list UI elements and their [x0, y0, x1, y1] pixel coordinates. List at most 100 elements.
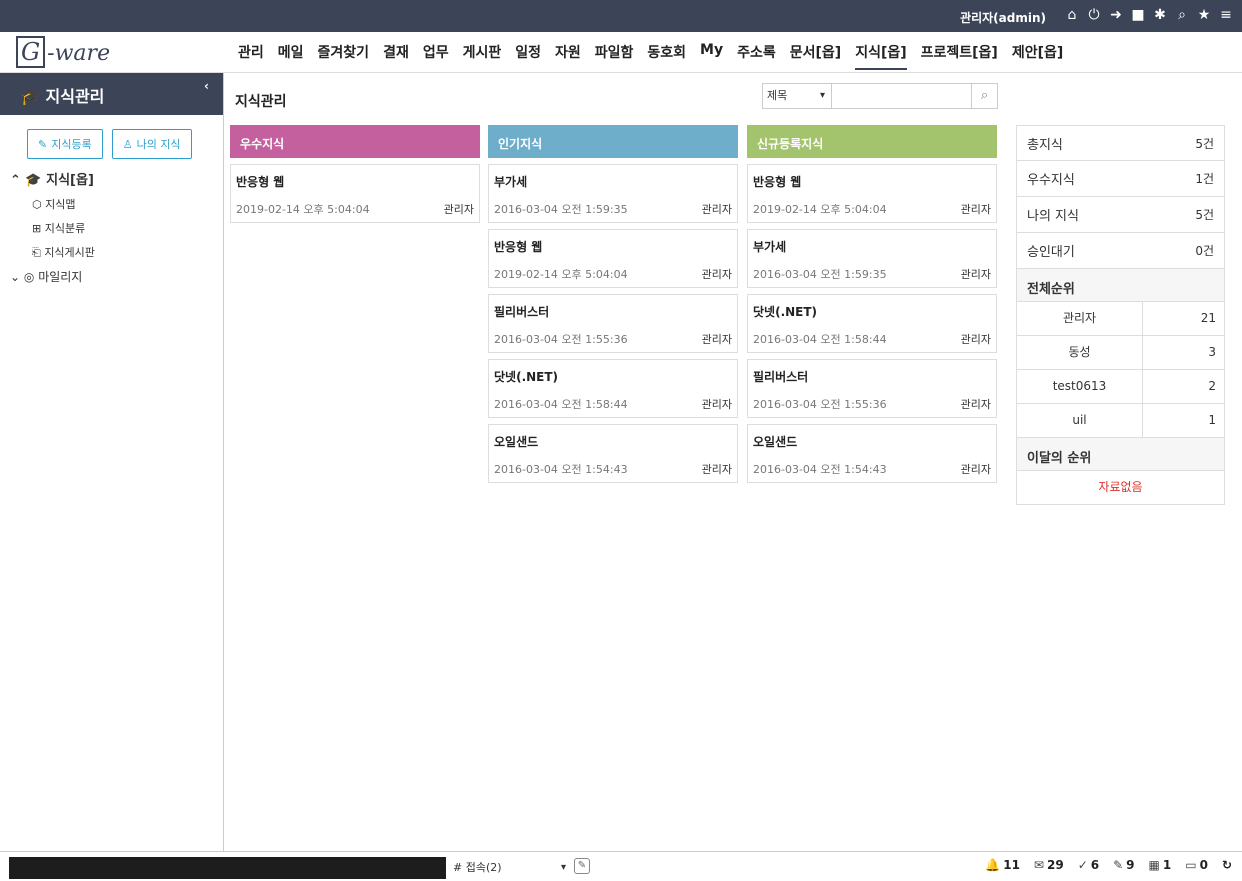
refresh-icon[interactable]: ↻ — [1222, 858, 1232, 872]
menu-item[interactable]: 동호회 — [647, 42, 686, 70]
card-title[interactable]: 닷넷(.NET) — [753, 303, 991, 325]
knowledge-card[interactable]: 오일샌드 2016-03-04 오전 1:54:43 관리자 — [488, 424, 738, 483]
knowledge-card[interactable]: 닷넷(.NET) 2016-03-04 오전 1:58:44 관리자 — [747, 294, 997, 353]
approval-badge[interactable]: ✓ 6 — [1078, 858, 1099, 872]
knowledge-column: 신규등록지식 반응형 웹 2019-02-14 오후 5:04:04 관리자 부가세 20… — [747, 125, 997, 483]
knowledge-card[interactable]: 필리버스터 2016-03-04 오전 1:55:36 관리자 — [488, 294, 738, 353]
no-data-message: 자료없음 — [1016, 471, 1225, 505]
menu-item[interactable]: 프로젝트[옵] — [921, 42, 998, 70]
rank-row: 동성 3 — [1016, 336, 1225, 370]
card-title[interactable]: 부가세 — [494, 173, 732, 195]
pen-badge[interactable]: ✎ 9 — [1113, 858, 1134, 872]
page-title: 지식관리 — [235, 94, 287, 110]
card-title[interactable]: 반응형 웹 — [753, 173, 991, 195]
menu-item[interactable]: 결재 — [383, 42, 409, 70]
card-date: 2016-03-04 오전 1:58:44 — [753, 333, 887, 346]
menu-item[interactable]: 메일 — [278, 42, 304, 70]
logo-g: G — [16, 36, 46, 68]
tree-root[interactable]: ⌃ 🎓 지식[옵] — [10, 169, 223, 193]
tree-item-mileage[interactable]: ⌄ ◎ 마일리지 — [10, 265, 223, 289]
tree-item-label: 지식맵 — [45, 198, 76, 211]
power-icon[interactable]: ⏻ — [1086, 6, 1102, 24]
menu-item[interactable]: 제안[옵] — [1012, 42, 1063, 70]
card-title[interactable]: 닷넷(.NET) — [494, 368, 732, 390]
mail-badge[interactable]: ✉ 29 — [1034, 858, 1064, 872]
collapse-icon[interactable]: ‹ — [204, 79, 209, 93]
menu-item[interactable]: 즐겨찾기 — [318, 42, 370, 70]
tree-item-map[interactable]: ⬡ 지식맵 — [10, 193, 223, 217]
monthly-rank-title: 이달의 순위 — [1016, 437, 1225, 471]
card-title[interactable]: 필리버스터 — [494, 303, 732, 325]
knowledge-card[interactable]: 닷넷(.NET) 2016-03-04 오전 1:58:44 관리자 — [488, 359, 738, 418]
connection-select[interactable]: # 접속(2) — [450, 857, 570, 879]
knowledge-card[interactable]: 필리버스터 2016-03-04 오전 1:55:36 관리자 — [747, 359, 997, 418]
my-knowledge-button[interactable]: ♙ 나의 지식 — [111, 129, 192, 159]
menu-icon[interactable]: ≡ — [1218, 6, 1234, 24]
search-field-select[interactable]: 제목 — [762, 83, 832, 109]
card-author: 관리자 — [701, 463, 732, 476]
knowledge-card[interactable]: 반응형 웹 2019-02-14 오후 5:04:04 관리자 — [488, 229, 738, 288]
knowledge-card[interactable]: 부가세 2016-03-04 오전 1:59:35 관리자 — [488, 164, 738, 223]
card-date: 2016-03-04 오전 1:54:43 — [753, 463, 887, 476]
search-input[interactable] — [832, 83, 972, 109]
card-title[interactable]: 오일샌드 — [753, 433, 991, 455]
stat-row[interactable]: 총지식 5건 — [1016, 125, 1225, 161]
card-date: 2016-03-04 오전 1:59:35 — [753, 268, 887, 281]
user-name[interactable]: 관리자(admin) — [960, 9, 1046, 26]
card-title[interactable]: 반응형 웹 — [494, 238, 732, 260]
stat-row[interactable]: 승인대기 0건 — [1016, 233, 1225, 269]
logo[interactable]: G -ware — [16, 36, 110, 68]
menu-item[interactable]: 파일함 — [595, 42, 634, 70]
calendar-badge[interactable]: ▦ 1 — [1149, 858, 1172, 872]
card-title[interactable]: 반응형 웹 — [236, 173, 474, 195]
knowledge-card[interactable]: 부가세 2016-03-04 오전 1:59:35 관리자 — [747, 229, 997, 288]
tree-item-category[interactable]: ⊞ 지식분류 — [10, 217, 223, 241]
edit-icon[interactable]: ✎ — [574, 858, 590, 874]
card-title[interactable]: 오일샌드 — [494, 433, 732, 455]
menu-item[interactable]: 자원 — [555, 42, 581, 70]
tree-item-board[interactable]: ⎗ 지식게시판 — [10, 241, 223, 265]
search-icon[interactable]: ⌕ — [1174, 6, 1190, 24]
menu-item[interactable]: My — [700, 42, 723, 70]
stat-value: 5건 — [1195, 136, 1214, 151]
register-knowledge-button[interactable]: ✎ 지식등록 — [27, 129, 103, 159]
card-title[interactable]: 부가세 — [753, 238, 991, 260]
my-knowledge-label: 나의 지식 — [136, 138, 181, 151]
board-icon: ⎗ — [32, 246, 41, 259]
card-date: 2016-03-04 오전 1:55:36 — [753, 398, 887, 411]
knowledge-card[interactable]: 반응형 웹 2019-02-14 오후 5:04:04 관리자 — [230, 164, 480, 223]
stat-value: 0건 — [1195, 244, 1214, 258]
menu-item[interactable]: 관리 — [238, 42, 264, 70]
menu-item[interactable]: 업무 — [423, 42, 449, 70]
mail-icon: ✉ — [1033, 858, 1044, 872]
menu-item[interactable]: 지식[옵] — [855, 42, 907, 70]
note-icon[interactable]: ■ — [1130, 6, 1146, 24]
search-icon: ⌕ — [980, 88, 989, 103]
menu-item[interactable]: 일정 — [515, 42, 541, 70]
card-author: 관리자 — [960, 463, 991, 476]
knowledge-card[interactable]: 오일샌드 2016-03-04 오전 1:54:43 관리자 — [747, 424, 997, 483]
mortarboard-icon: 🎓 — [25, 173, 42, 188]
card-title[interactable]: 필리버스터 — [753, 368, 991, 390]
badge-count: 0 — [1199, 858, 1208, 872]
rank-count: 3 — [1208, 345, 1216, 359]
knowledge-column: 인기지식 부가세 2016-03-04 오전 1:59:35 관리자 반응형 웹 2019… — [488, 125, 738, 483]
menu-item[interactable]: 문서[옵] — [790, 42, 841, 70]
knowledge-card[interactable]: 반응형 웹 2019-02-14 오후 5:04:04 관리자 — [747, 164, 997, 223]
star-icon[interactable]: ★ — [1196, 6, 1212, 24]
logout-icon[interactable]: ➜ — [1108, 6, 1124, 24]
badge-count: 6 — [1090, 858, 1100, 872]
logo-text: -ware — [47, 41, 111, 66]
settings-icon[interactable]: ✱ — [1152, 6, 1168, 24]
bell-badge[interactable]: 🔔 11 — [985, 858, 1020, 872]
stat-row[interactable]: 나의 지식 5건 — [1016, 197, 1225, 233]
stat-row[interactable]: 우수지식 1건 — [1016, 161, 1225, 197]
pencil-icon: ✎ — [38, 137, 48, 151]
search-button[interactable]: ⌕ — [972, 83, 998, 109]
home-icon[interactable]: ⌂ — [1064, 6, 1080, 24]
cube-icon: ⬡ — [32, 198, 42, 211]
card-date: 2016-03-04 오전 1:54:43 — [494, 463, 628, 476]
menu-item[interactable]: 게시판 — [463, 42, 502, 70]
chat-badge[interactable]: ▭ 0 — [1185, 858, 1208, 872]
menu-item[interactable]: 주소록 — [737, 42, 776, 70]
